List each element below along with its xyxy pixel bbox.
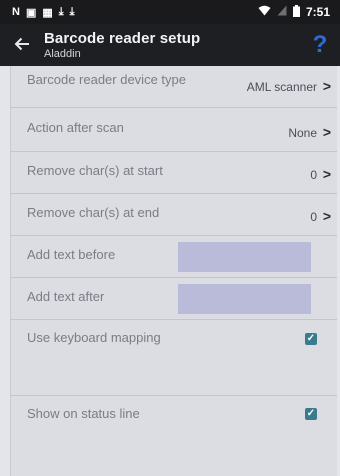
app-bar: Barcode reader setup Aladdin ? — [0, 24, 340, 66]
page-title: Barcode reader setup — [44, 30, 201, 47]
notification-icon-grid: ▦ — [42, 6, 53, 19]
setting-row-add-text-after: Add text after — [11, 278, 337, 320]
download-icon: ⤓ — [58, 5, 64, 18]
battery-icon — [292, 4, 300, 20]
status-line-checkbox[interactable]: ✓ — [305, 408, 317, 420]
chevron-right-icon: > — [322, 208, 331, 224]
notification-icon-n: N — [12, 5, 20, 18]
setting-value-action-after-scan: None — [288, 126, 317, 140]
setting-label-keyboard-mapping: Use keyboard mapping — [27, 330, 161, 345]
add-text-before-input[interactable] — [178, 242, 311, 272]
status-notification-icons: N ▣ ▦ ⤓ ⤓ — [12, 6, 75, 19]
setting-row-keyboard-mapping[interactable]: Use keyboard mapping ✓ — [11, 320, 337, 396]
chevron-right-icon: > — [322, 124, 331, 140]
notification-icon-box: ▣ — [25, 6, 37, 19]
add-text-after-input[interactable] — [178, 284, 311, 314]
back-arrow-icon[interactable] — [0, 34, 44, 57]
setting-row-status-line[interactable]: Show on status line ✓ — [11, 396, 337, 476]
signal-icon — [277, 5, 287, 19]
setting-value-remove-end: 0 — [310, 210, 317, 224]
setting-label-device-type: Barcode reader device type — [27, 72, 186, 87]
setting-row-device-type[interactable]: Barcode reader device type AML scanner > — [11, 66, 337, 108]
clock: 7:51 — [305, 5, 330, 19]
chevron-right-icon: > — [322, 166, 331, 182]
page-subtitle: Aladdin — [44, 48, 81, 60]
setting-label-remove-end: Remove char(s) at end — [27, 205, 160, 220]
app-bar-titles: Barcode reader setup Aladdin — [44, 30, 300, 60]
setting-row-add-text-before: Add text before — [11, 236, 337, 278]
setting-label-remove-start: Remove char(s) at start — [27, 163, 163, 178]
settings-list: Barcode reader device type AML scanner >… — [10, 66, 337, 476]
setting-label-add-text-after: Add text after — [27, 289, 105, 304]
setting-label-add-text-before: Add text before — [27, 247, 116, 262]
setting-value-device-type: AML scanner — [246, 80, 317, 94]
setting-row-action-after-scan[interactable]: Action after scan None > — [11, 108, 337, 152]
status-system-area: 7:51 — [258, 4, 330, 20]
help-icon[interactable]: ? — [300, 31, 340, 59]
keyboard-mapping-checkbox[interactable]: ✓ — [305, 333, 317, 345]
setting-row-remove-end[interactable]: Remove char(s) at end 0 > — [11, 194, 337, 236]
setting-label-status-line: Show on status line — [27, 406, 140, 421]
wifi-icon — [258, 5, 271, 19]
setting-label-action-after-scan: Action after scan — [27, 120, 124, 135]
setting-value-remove-start: 0 — [310, 168, 317, 182]
download-icon: ⤓ — [69, 5, 75, 18]
chevron-right-icon: > — [322, 78, 331, 94]
status-bar: N ▣ ▦ ⤓ ⤓ 7:51 — [0, 0, 340, 24]
setting-row-remove-start[interactable]: Remove char(s) at start 0 > — [11, 152, 337, 194]
